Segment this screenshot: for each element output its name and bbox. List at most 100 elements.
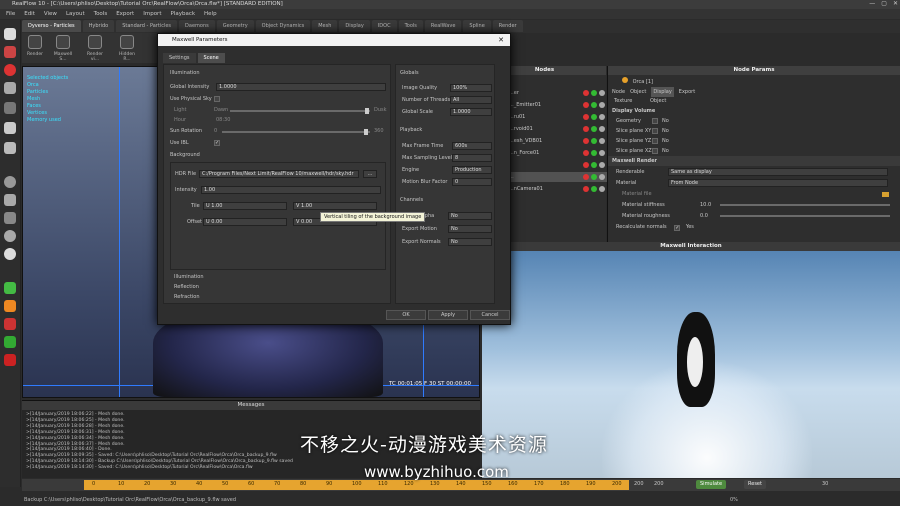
sun-rotation-knob[interactable]: [364, 129, 368, 135]
tab-display[interactable]: Display: [339, 20, 370, 32]
tab-hybrido[interactable]: Hybrido: [82, 20, 115, 32]
tab-mesh[interactable]: Mesh: [312, 20, 338, 32]
maximize-button[interactable]: ▢: [881, 0, 887, 9]
material-stiffness-value[interactable]: 10.0: [700, 200, 711, 210]
pen-icon[interactable]: [4, 318, 16, 330]
maxwell-studio-button[interactable]: Maxwell S...: [52, 35, 74, 62]
node-state-icon[interactable]: [583, 174, 589, 180]
scale-icon[interactable]: [4, 82, 16, 94]
select-icon[interactable]: [4, 28, 16, 40]
render-button[interactable]: Render: [24, 35, 46, 57]
node-state-icon[interactable]: [599, 186, 605, 192]
node-state-icon[interactable]: [583, 162, 589, 168]
paint-icon[interactable]: [4, 300, 16, 312]
param-checkbox[interactable]: [652, 118, 658, 124]
render-view-button[interactable]: Render vi...: [84, 35, 106, 62]
display-volume-header[interactable]: Display Volume: [608, 106, 900, 116]
menu-view[interactable]: View: [44, 9, 57, 19]
node-row[interactable]: ...: [509, 172, 607, 182]
max-frame-time-field[interactable]: 600s: [452, 142, 492, 150]
current-frame[interactable]: 30: [822, 481, 828, 487]
node-state-icon[interactable]: [583, 150, 589, 156]
node-state-icon[interactable]: [591, 114, 597, 120]
apply-button[interactable]: Apply: [428, 310, 468, 320]
node-state-icon[interactable]: [599, 150, 605, 156]
hidden-render-button[interactable]: Hidden R...: [116, 35, 138, 62]
node-state-icon[interactable]: [591, 150, 597, 156]
sun-rotation-slider[interactable]: [222, 131, 370, 133]
menu-help[interactable]: Help: [204, 9, 217, 19]
dialog-tab-settings[interactable]: Settings: [163, 53, 196, 63]
sub-illumination[interactable]: Illumination: [174, 274, 204, 280]
motion-blur-field[interactable]: 0: [452, 178, 492, 186]
texture-value[interactable]: Object: [650, 96, 666, 106]
sub-refraction[interactable]: Refraction: [174, 294, 200, 300]
node-row[interactable]: ...rvoid01: [509, 124, 607, 134]
ok-button[interactable]: OK: [386, 310, 426, 320]
param-checkbox[interactable]: [652, 138, 658, 144]
node-row[interactable]: ...er: [509, 88, 607, 98]
dialog-tab-scene[interactable]: Scene: [197, 53, 225, 63]
hdr-file-field[interactable]: C:/Program Files/Next Limit/RealFlow 10/…: [199, 170, 359, 178]
browse-button[interactable]: …: [363, 170, 377, 178]
sub-reflection[interactable]: Reflection: [174, 284, 199, 290]
num-threads-field[interactable]: All: [450, 96, 492, 104]
script-icon[interactable]: [4, 336, 16, 348]
node-row[interactable]: [509, 160, 607, 170]
node-state-icon[interactable]: [591, 174, 597, 180]
brush-icon[interactable]: [4, 282, 16, 294]
tab-geometry[interactable]: Geometry: [216, 20, 254, 32]
node-state-icon[interactable]: [599, 138, 605, 144]
tab-render[interactable]: Render: [492, 20, 523, 32]
node-state-icon[interactable]: [599, 126, 605, 132]
tile-u-field[interactable]: U 1.00: [203, 202, 287, 210]
node-state-icon[interactable]: [599, 90, 605, 96]
menu-export[interactable]: Export: [116, 9, 134, 19]
view-icon[interactable]: [4, 142, 16, 154]
plane-icon[interactable]: [4, 212, 16, 224]
export-alpha-select[interactable]: No: [448, 212, 492, 220]
node-state-icon[interactable]: [591, 186, 597, 192]
menu-playback[interactable]: Playback: [170, 9, 195, 19]
minimize-button[interactable]: —: [869, 0, 875, 9]
stiffness-slider[interactable]: [720, 204, 890, 206]
light-slider[interactable]: [230, 110, 370, 112]
light-slider-knob[interactable]: [365, 108, 369, 114]
folder-icon[interactable]: [882, 192, 889, 197]
menu-import[interactable]: Import: [143, 9, 161, 19]
node-state-icon[interactable]: [599, 114, 605, 120]
node-state-icon[interactable]: [591, 162, 597, 168]
menu-file[interactable]: File: [6, 9, 15, 19]
tile-v-field[interactable]: V 1.00: [293, 202, 377, 210]
offset-u-field[interactable]: U 0.00: [203, 218, 287, 226]
close-button[interactable]: ✕: [893, 0, 898, 9]
node-row[interactable]: ...nCamera01: [509, 184, 607, 194]
tab-realwave[interactable]: RealWave: [424, 20, 462, 32]
node-state-icon[interactable]: [599, 162, 605, 168]
export-motion-select[interactable]: No: [448, 225, 492, 233]
tab-dyverso[interactable]: Dyverso - Particles: [22, 20, 81, 32]
node-state-icon[interactable]: [591, 126, 597, 132]
torus-icon[interactable]: [4, 230, 16, 242]
node-state-icon[interactable]: [599, 102, 605, 108]
light-icon[interactable]: [4, 248, 16, 260]
camera-icon[interactable]: [4, 122, 16, 134]
material-select[interactable]: From Node: [668, 179, 888, 187]
node-state-icon[interactable]: [583, 90, 589, 96]
reset-button[interactable]: Reset: [744, 480, 766, 489]
tab-spline[interactable]: Spline: [463, 20, 491, 32]
sphere-icon[interactable]: [4, 176, 16, 188]
tab-standard[interactable]: Standard - Particles: [116, 20, 178, 32]
simulate-button[interactable]: Simulate: [696, 480, 727, 489]
param-checkbox[interactable]: [652, 148, 658, 154]
node-state-icon[interactable]: [591, 138, 597, 144]
node-state-icon[interactable]: [591, 102, 597, 108]
node-row[interactable]: ..._Emitter01: [509, 100, 607, 110]
record-icon[interactable]: [4, 354, 16, 366]
recalculate-checkbox[interactable]: ✓: [674, 225, 681, 231]
node-state-icon[interactable]: [583, 138, 589, 144]
dialog-close-icon[interactable]: ✕: [498, 34, 504, 46]
use-ibl-checkbox[interactable]: ✓: [214, 140, 220, 146]
export-normals-select[interactable]: No: [448, 238, 492, 246]
tab-daemons[interactable]: Daemons: [179, 20, 215, 32]
